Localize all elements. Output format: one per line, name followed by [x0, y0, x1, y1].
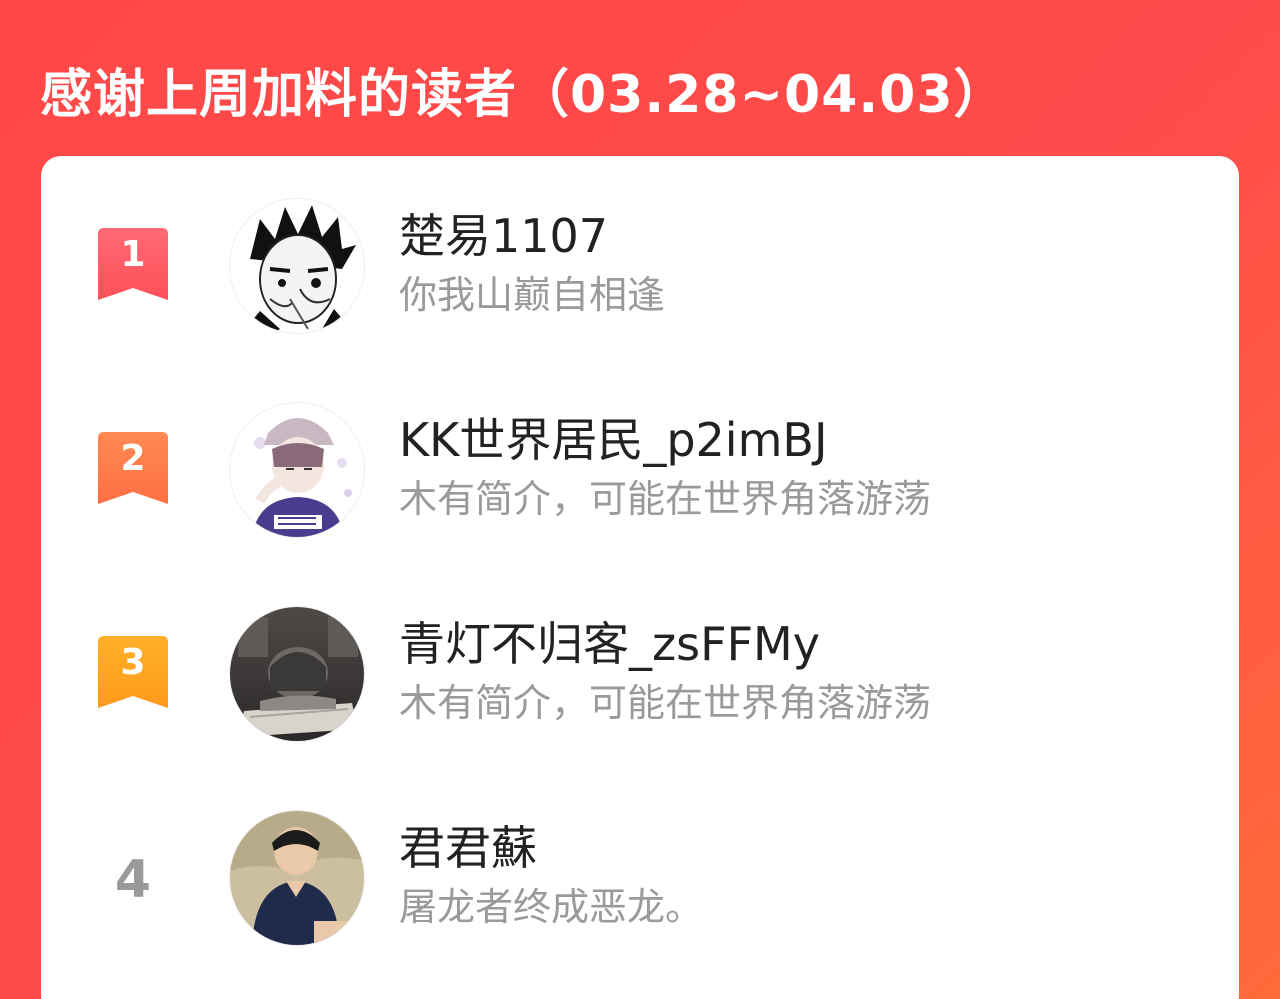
- rank-number: 1: [120, 234, 145, 275]
- page-title: 感谢上周加料的读者（03.28~04.03）: [40, 65, 1007, 125]
- rank-number: 2: [120, 438, 145, 479]
- avatar[interactable]: [229, 198, 365, 334]
- list-item[interactable]: 1 楚易1107 你我山巅自相逢: [41, 198, 1239, 348]
- list-item[interactable]: 3 青灯不归客_zsFFMy 木有简介，可能在世界角落游荡: [41, 606, 1239, 756]
- rank-badge-1: 1: [98, 228, 168, 304]
- avatar[interactable]: [229, 402, 365, 538]
- rank-badge-3: 3: [98, 636, 168, 712]
- rank-badge-2: 2: [98, 432, 168, 508]
- reader-bio: 木有简介，可能在世界角落游荡: [399, 681, 932, 725]
- ribbon-icon: 3: [98, 636, 168, 708]
- ribbon-icon: 1: [98, 228, 168, 300]
- reader-bio: 屠龙者终成恶龙。: [399, 885, 704, 929]
- list-item[interactable]: 4 君君蘇 屠龙者终成恶龙。: [41, 810, 1239, 960]
- reader-name[interactable]: 楚易1107: [399, 200, 608, 266]
- reader-bio: 你我山巅自相逢: [399, 273, 666, 317]
- rank-number: 3: [120, 642, 145, 683]
- list-item[interactable]: 2 KK世界居民_p2imBJ 木有简介，可能在世界角落游荡: [41, 402, 1239, 552]
- rank-number: 4: [114, 850, 152, 910]
- avatar[interactable]: [229, 810, 365, 946]
- reader-name[interactable]: KK世界居民_p2imBJ: [399, 404, 828, 470]
- person-photo-avatar: [230, 811, 364, 945]
- reader-bio: 木有简介，可能在世界角落游荡: [399, 477, 932, 521]
- avatar[interactable]: [229, 606, 365, 742]
- manga-character-avatar: [230, 199, 364, 333]
- anime-boy-cap-avatar: [230, 403, 364, 537]
- reader-name[interactable]: 青灯不归客_zsFFMy: [399, 608, 820, 674]
- ribbon-icon: 2: [98, 432, 168, 504]
- sleeping-girl-avatar: [230, 607, 364, 741]
- reader-list-card: 1 楚易1107 你我山巅自相逢 2 KK世界居民_p2imBJ 木有简介，可能…: [41, 156, 1239, 999]
- reader-name[interactable]: 君君蘇: [399, 812, 537, 878]
